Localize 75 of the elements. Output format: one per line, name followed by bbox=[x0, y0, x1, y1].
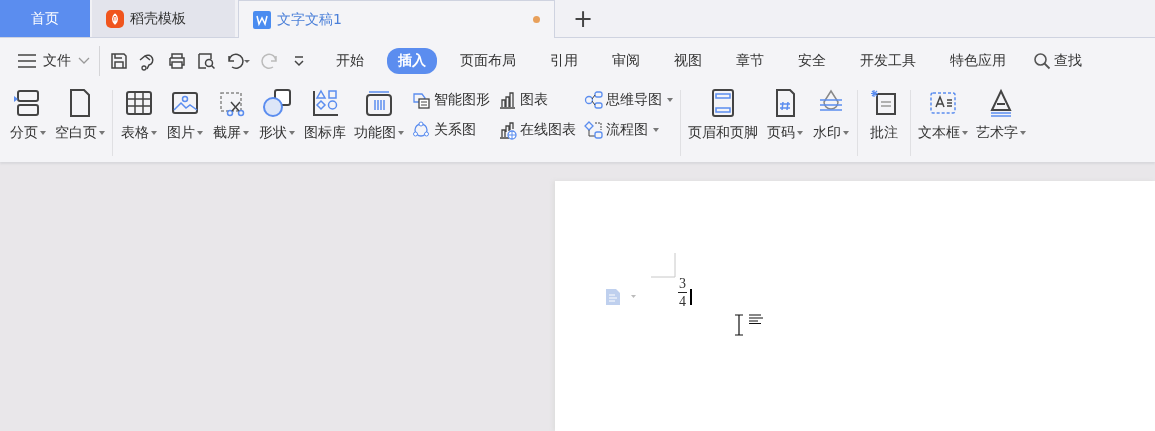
ribbon-button[interactable]: 页码 bbox=[763, 88, 807, 142]
caret-icon bbox=[667, 98, 673, 102]
align-left-icon bbox=[749, 314, 763, 324]
tab-label: 稻壳模板 bbox=[130, 9, 186, 28]
mind-map-icon bbox=[584, 90, 603, 110]
ribbon-button[interactable]: 批注 bbox=[862, 88, 906, 142]
numerator: 3 bbox=[679, 276, 686, 291]
ribbon-button[interactable]: 在线图表 bbox=[498, 119, 576, 141]
ribbon-button[interactable]: 功能图 bbox=[351, 88, 407, 142]
ribbon-tab[interactable]: 开始 bbox=[325, 47, 375, 74]
ribbon-button[interactable]: 截屏 bbox=[209, 88, 253, 142]
new-tab-button[interactable]: + bbox=[559, 0, 607, 37]
caret-icon bbox=[398, 131, 404, 135]
ribbon-tab[interactable]: 审阅 bbox=[601, 47, 651, 74]
ribbon-button[interactable]: 思维导图 bbox=[584, 89, 673, 111]
caret-icon bbox=[197, 131, 203, 135]
icon-library-icon bbox=[310, 88, 340, 118]
file-menu-button[interactable]: 文件 bbox=[18, 51, 90, 70]
caret-icon bbox=[797, 131, 803, 135]
ribbon-button[interactable]: 流程图 bbox=[584, 119, 673, 141]
ribbon-button[interactable]: 艺术字 bbox=[973, 88, 1029, 142]
denominator: 4 bbox=[679, 294, 686, 309]
caret-icon bbox=[99, 131, 105, 135]
chevron-down-icon bbox=[78, 56, 90, 65]
ribbon-button[interactable]: 图表 bbox=[498, 89, 576, 111]
caret-icon bbox=[1020, 131, 1026, 135]
ribbon-tab[interactable]: 开发工具 bbox=[849, 47, 927, 74]
caret-icon bbox=[289, 131, 295, 135]
tab-label: 首页 bbox=[31, 9, 59, 28]
ribbon-tab[interactable]: 视图 bbox=[663, 47, 713, 74]
ribbon-button[interactable]: 空白页 bbox=[52, 88, 108, 142]
ribbon-tab[interactable]: 章节 bbox=[725, 47, 775, 74]
bar-chart-icon bbox=[498, 90, 517, 110]
ribbon-button[interactable]: 关系图 bbox=[412, 119, 490, 141]
ribbon-button[interactable]: 图片 bbox=[163, 88, 207, 142]
ribbon-button[interactable]: 智能图形 bbox=[412, 89, 490, 111]
ribbon-tab[interactable]: 引用 bbox=[539, 47, 589, 74]
title-tab[interactable]: 稻壳模板 bbox=[92, 0, 235, 37]
smart-graphic-icon bbox=[412, 90, 431, 110]
ribbon-button[interactable]: 分页 bbox=[6, 88, 50, 142]
save-icon[interactable] bbox=[109, 50, 129, 71]
ribbon-tab[interactable]: 特色应用 bbox=[939, 47, 1017, 74]
ribbon-button[interactable]: 表格 bbox=[117, 88, 161, 142]
relation-diagram-icon bbox=[412, 120, 431, 140]
print-icon[interactable] bbox=[167, 50, 187, 71]
caret-icon bbox=[843, 131, 849, 135]
menu-icon bbox=[18, 53, 36, 68]
search-icon bbox=[1033, 51, 1051, 70]
search-button[interactable]: 查找 bbox=[1033, 51, 1082, 70]
margin-corner-mark bbox=[651, 253, 676, 278]
ribbon-button[interactable]: 形状 bbox=[255, 88, 299, 142]
print-preview-icon[interactable] bbox=[196, 50, 216, 71]
ribbon-button[interactable]: 文本框 bbox=[915, 88, 971, 142]
ribbon-button[interactable]: 水印 bbox=[809, 88, 853, 142]
shapes-icon bbox=[262, 88, 292, 118]
caret-icon bbox=[151, 131, 157, 135]
ribbon-tab[interactable]: 页面布局 bbox=[449, 47, 527, 74]
table-icon bbox=[124, 88, 154, 118]
w-logo-icon bbox=[253, 10, 271, 29]
leaf-logo-icon bbox=[106, 9, 124, 28]
flowchart-icon bbox=[584, 120, 603, 140]
caret-icon bbox=[243, 131, 249, 135]
archive-box-icon bbox=[364, 88, 394, 118]
ribbon-tab[interactable]: 安全 bbox=[787, 47, 837, 74]
caret-icon bbox=[653, 128, 659, 132]
i-beam-cursor-icon bbox=[734, 314, 744, 336]
tab-label: 文字文稿1 bbox=[277, 10, 342, 29]
comment-icon bbox=[869, 88, 899, 118]
ribbon-button[interactable]: 图标库 bbox=[301, 88, 349, 142]
caret-icon bbox=[40, 131, 46, 135]
caret-icon bbox=[962, 131, 968, 135]
ribbon-button[interactable]: 页眉和页脚 bbox=[685, 88, 761, 142]
title-tab[interactable]: 文字文稿1 bbox=[238, 0, 555, 38]
online-chart-icon bbox=[498, 120, 517, 140]
text-cursor bbox=[690, 289, 692, 305]
